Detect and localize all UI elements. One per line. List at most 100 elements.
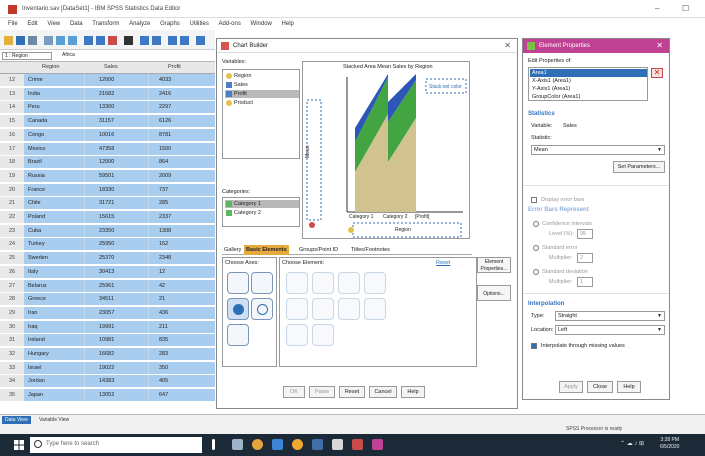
region-cell[interactable]: Ireland — [24, 334, 84, 347]
region-cell[interactable]: Greece — [24, 293, 84, 306]
goto-case-icon[interactable] — [84, 36, 93, 45]
profit-cell[interactable]: 1308 — [148, 224, 215, 237]
profit-cell[interactable]: 6126 — [148, 115, 215, 128]
tab-data-view[interactable]: Data View — [2, 416, 31, 424]
weight-cases-icon[interactable] — [180, 36, 189, 45]
row-number[interactable]: 33 — [0, 361, 24, 374]
row-number[interactable]: 23 — [0, 224, 24, 237]
profit-cell[interactable]: 2337 — [148, 211, 215, 223]
region-cell[interactable]: Mexico — [24, 142, 84, 155]
store-icon[interactable] — [332, 439, 343, 450]
error-bar-element-icon[interactable] — [286, 298, 308, 320]
sales-cell[interactable]: 12000 — [84, 74, 148, 86]
variable-item[interactable]: Region — [225, 72, 299, 80]
row-number[interactable]: 32 — [0, 348, 24, 360]
help-button[interactable]: Help — [617, 381, 641, 393]
row-number[interactable]: 21 — [0, 197, 24, 210]
region-cell[interactable]: Belarus — [24, 279, 84, 292]
dialog-recall-icon[interactable] — [44, 36, 53, 45]
row-number[interactable]: 28 — [0, 293, 24, 306]
sales-cell[interactable]: 34511 — [84, 293, 148, 306]
ci-level-input[interactable]: 95 — [577, 229, 593, 239]
spss-output-icon[interactable] — [372, 439, 383, 450]
delete-element-button[interactable]: ✕ — [651, 68, 663, 78]
reset-link[interactable]: Reset — [436, 260, 450, 266]
category-item[interactable]: Category 2 — [225, 209, 299, 217]
two-d-axis-icon[interactable] — [251, 272, 273, 294]
menu-help[interactable]: Help — [282, 21, 294, 27]
apply-button[interactable]: Apply — [559, 381, 583, 393]
line-element-icon[interactable] — [338, 272, 360, 294]
sales-cell[interactable]: 14383 — [84, 375, 148, 388]
tab-titles-footnotes[interactable]: Titles/Footnotes — [349, 245, 392, 255]
windows-start-icon[interactable] — [14, 440, 24, 450]
row-number[interactable]: 12 — [0, 74, 24, 86]
sales-cell[interactable]: 59501 — [84, 169, 148, 182]
row-number[interactable]: 18 — [0, 156, 24, 169]
column-header[interactable]: Sales — [104, 64, 118, 70]
circle-axis-icon[interactable] — [251, 298, 273, 320]
save-icon[interactable] — [16, 36, 25, 45]
row-number[interactable]: 16 — [0, 128, 24, 141]
profit-cell[interactable]: 42 — [148, 279, 215, 292]
edge-icon[interactable] — [272, 439, 283, 450]
pie-element-icon[interactable] — [312, 324, 334, 346]
menu-view[interactable]: View — [47, 21, 60, 27]
clock[interactable]: 3:28 PM 6/5/2020 — [660, 437, 679, 451]
sd-multiplier-input[interactable]: 1 — [577, 277, 593, 287]
redo-icon[interactable] — [68, 36, 77, 45]
variable-item[interactable]: Product — [225, 99, 299, 107]
sales-cell[interactable]: 10016 — [84, 128, 148, 141]
sales-cell[interactable]: 47358 — [84, 142, 148, 155]
maximize-button[interactable]: ☐ — [682, 4, 689, 13]
sales-cell[interactable]: 19991 — [84, 320, 148, 333]
sales-cell[interactable]: 10981 — [84, 334, 148, 347]
sales-cell[interactable]: 25961 — [84, 279, 148, 292]
microphone-icon[interactable] — [212, 439, 215, 450]
bar-element-icon[interactable] — [312, 272, 334, 294]
table-element-icon[interactable] — [286, 324, 308, 346]
ok-button[interactable]: OK — [283, 386, 305, 398]
region-cell[interactable]: Japan — [24, 389, 84, 402]
menu-edit[interactable]: Edit — [27, 21, 37, 27]
row-number[interactable]: 22 — [0, 211, 24, 223]
profit-cell[interactable]: 2416 — [148, 87, 215, 100]
close-icon[interactable]: ✕ — [656, 41, 663, 50]
element-properties-button[interactable]: Element Properties... — [477, 257, 511, 273]
element-list-item[interactable]: X-Axis1 (Area1) — [530, 77, 647, 85]
row-number[interactable]: 14 — [0, 101, 24, 114]
menu-window[interactable]: Window — [251, 21, 272, 27]
profit-cell[interactable]: 4033 — [148, 74, 215, 86]
profit-cell[interactable]: 737 — [148, 183, 215, 196]
interval-element-icon[interactable] — [312, 298, 334, 320]
taskbar-search-box[interactable]: Type here to search — [30, 437, 202, 453]
tab-gallery[interactable]: Gallery — [222, 245, 243, 255]
tab-groups-point-id[interactable]: Groups/Point ID — [297, 245, 340, 255]
sales-cell[interactable]: 13052 — [84, 389, 148, 402]
print-icon[interactable] — [28, 36, 37, 45]
close-button[interactable]: Close — [587, 381, 613, 393]
split-file-icon[interactable] — [168, 36, 177, 45]
row-number[interactable]: 13 — [0, 87, 24, 100]
profit-cell[interactable]: 2009 — [148, 169, 215, 182]
menu-graphs[interactable]: Graphs — [160, 21, 180, 27]
display-error-bars-checkbox[interactable] — [531, 197, 537, 203]
profit-cell[interactable]: 864 — [148, 156, 215, 169]
open-icon[interactable] — [4, 36, 13, 45]
region-cell[interactable]: Iran — [24, 306, 84, 319]
menu-data[interactable]: Data — [70, 21, 83, 27]
area-element-icon[interactable] — [364, 272, 386, 294]
region-cell[interactable]: Hungary — [24, 348, 84, 360]
row-number[interactable]: 30 — [0, 320, 24, 333]
high-low-element-icon[interactable] — [364, 298, 386, 320]
profit-cell[interactable]: 2297 — [148, 101, 215, 114]
region-cell[interactable]: Congo — [24, 128, 84, 141]
paste-button[interactable]: Paste — [309, 386, 335, 398]
statistic-dropdown[interactable]: Mean ▼ — [531, 145, 665, 155]
system-tray[interactable]: ⌃ ☁ ♪ ⊞ — [620, 440, 644, 447]
row-number[interactable]: 24 — [0, 238, 24, 251]
undo-icon[interactable] — [56, 36, 65, 45]
set-parameters-button[interactable]: Set Parameters... — [613, 161, 665, 173]
variable-item[interactable]: Sales — [225, 81, 299, 89]
dual-y-axis-icon[interactable] — [227, 324, 249, 346]
